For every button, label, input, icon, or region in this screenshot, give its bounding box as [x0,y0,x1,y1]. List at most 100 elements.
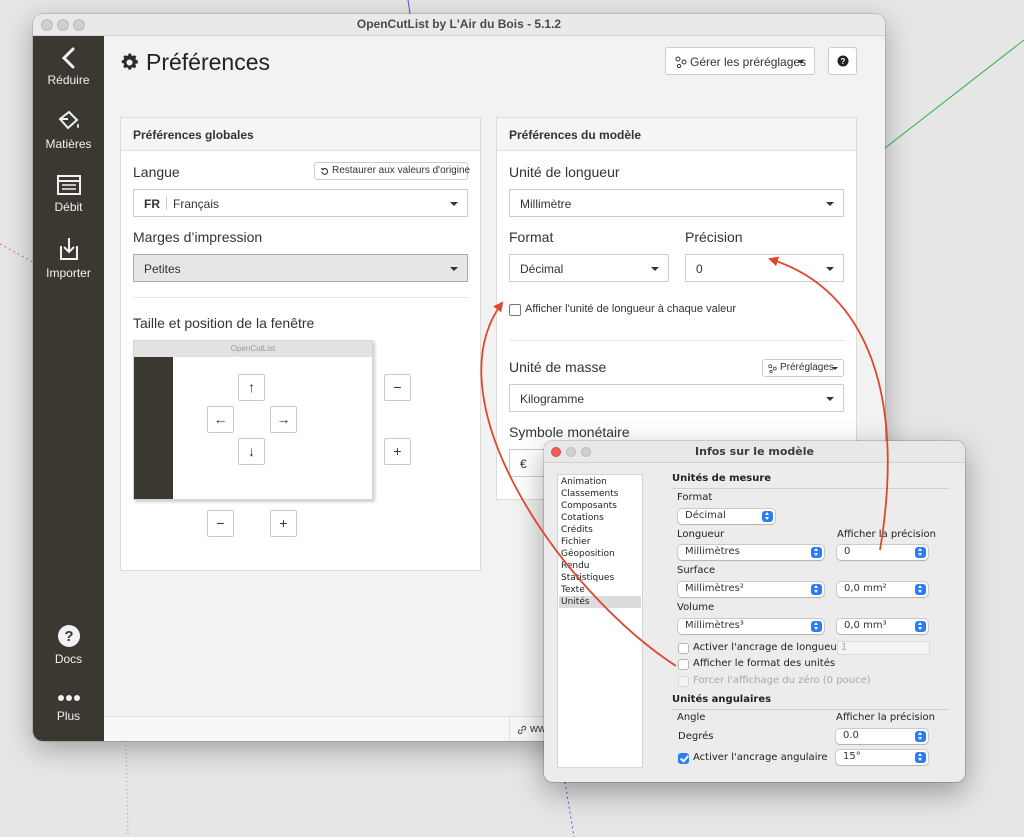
mass-presets-button[interactable]: Préréglages [762,359,844,377]
category-list: Animation Classements Composants Cotatio… [557,474,643,768]
area-unit-popup[interactable]: Millimètres² [678,582,824,597]
updown-icon [811,547,822,558]
list-item[interactable]: Texte [559,584,641,596]
sidebar-item-materials[interactable]: Matières [33,109,104,151]
area-label: Surface [677,565,716,576]
sidebar: Réduire Matières Débit Importer ? Docs P… [33,36,104,741]
force-zero-checkbox[interactable] [678,676,689,687]
model-info-dialog: Infos sur le modèle Animation Classement… [544,441,965,782]
snap-angle-checkbox[interactable] [678,753,689,764]
move-down-button[interactable]: ↓ [238,438,265,465]
gear-icon [121,53,138,70]
width-decrease-button[interactable]: − [207,510,234,537]
manage-presets-button[interactable]: Gérer les préréglages [665,47,815,75]
list-item[interactable]: Animation [559,476,641,488]
format-popup[interactable]: Décimal [678,509,775,524]
move-right-button[interactable]: → [270,406,297,433]
dialog-title: Infos sur le modèle [695,445,814,458]
length-unit-select[interactable]: Millimètre [509,189,844,217]
restore-defaults-button[interactable]: Restaurer aux valeurs d'origine [314,162,470,180]
zoom-window-button[interactable] [73,19,85,31]
window-size-label: Taille et position de la fenêtre [133,315,315,331]
list-item[interactable]: Crédits [559,524,641,536]
svg-text:?: ? [64,628,73,645]
format-label: Format [509,229,554,245]
list-item[interactable]: Composants [559,500,641,512]
window-title: OpenCutList by L'Air du Bois - 5.1.2 [356,17,562,31]
list-item[interactable]: Fichier [559,536,641,548]
height-decrease-button[interactable]: − [384,374,411,401]
list-item[interactable]: Géoposition [559,548,641,560]
list-item[interactable]: Statistiques [559,572,641,584]
show-unit-label: Afficher l'unité de longueur à chaque va… [525,303,737,315]
close-dialog-button[interactable] [551,447,561,457]
volume-unit-popup[interactable]: Millimètres³ [678,619,824,634]
updown-icon [811,621,822,632]
global-preferences-panel: Préférences globales Langue Restaurer au… [120,117,481,571]
divider [509,340,844,341]
sidebar-item-label: Débit [54,200,83,214]
snap-angle-popup[interactable]: 15° [836,750,928,765]
restore-icon [320,167,329,175]
show-format-checkbox[interactable] [678,659,689,670]
zoom-dialog-button[interactable] [581,447,591,457]
length-unit-popup[interactable]: Millimètres [678,545,824,560]
format-select[interactable]: Décimal [509,254,669,282]
close-window-button[interactable] [41,19,53,31]
angular-section-heading: Unités angulaires [672,694,772,705]
mass-unit-label: Unité de masse [509,359,607,375]
sidebar-item-import[interactable]: Importer [33,236,104,280]
sidebar-item-more[interactable]: Plus [33,691,104,723]
format-label: Format [677,492,713,503]
angle-label: Angle [677,712,706,723]
language-select[interactable]: FR Français [133,189,468,217]
list-item[interactable]: Cotations [559,512,641,524]
cutlist-icon [56,175,81,195]
length-precision-popup[interactable]: 0 [837,545,928,560]
angle-precision-popup[interactable]: 0.0 [836,729,928,744]
question-circle-icon: ? [837,55,849,67]
updown-icon [762,511,773,522]
list-item-selected[interactable]: Unités [559,596,641,608]
width-increase-button[interactable]: + [270,510,297,537]
sliders-icon [675,56,687,68]
divider [166,196,167,210]
volume-precision-popup[interactable]: 0,0 mm³ [837,619,928,634]
sidebar-item-label: Docs [54,652,83,666]
snap-length-label: Activer l'ancrage de longueur [693,642,841,653]
language-code: FR [144,197,160,211]
caret-down-icon [826,397,834,401]
import-icon [59,238,78,260]
mass-unit-select[interactable]: Kilogramme [509,384,844,412]
height-increase-button[interactable]: + [384,438,411,465]
language-label: Langue [133,164,180,180]
preview-titlebar: OpenCutList [134,341,372,357]
help-button[interactable]: ? [828,47,857,75]
chevron-left-icon [61,47,74,69]
list-item[interactable]: Rendu [559,560,641,572]
sidebar-item-docs[interactable]: ? Docs [33,624,104,666]
more-dots-icon [57,695,80,701]
show-precision-label: Afficher la précision [837,529,936,540]
snap-length-checkbox[interactable] [678,643,689,654]
snap-length-field[interactable]: 1 [837,641,930,655]
move-left-button[interactable]: ← [207,406,234,433]
area-precision-popup[interactable]: 0,0 mm² [837,582,928,597]
sidebar-item-cutlist[interactable]: Débit [33,174,104,214]
print-margins-select[interactable]: Petites [133,254,468,282]
minimize-window-button[interactable] [57,19,69,31]
minimize-dialog-button[interactable] [566,447,576,457]
caret-down-icon [798,60,804,64]
updown-icon [915,621,926,632]
show-unit-checkbox[interactable] [509,304,521,316]
sidebar-item-reduce[interactable]: Réduire [33,47,104,87]
list-item[interactable]: Classements [559,488,641,500]
move-up-button[interactable]: ↑ [238,374,265,401]
length-unit-label: Unité de longueur [509,164,620,180]
help-circle-icon: ? [57,625,80,647]
force-zero-label: Forcer l'affichage du zéro (0 pouce) [693,675,871,686]
length-label: Longueur [677,529,725,540]
angle-precision-label: Afficher la précision [836,712,935,723]
link-icon [517,725,527,735]
precision-select[interactable]: 0 [685,254,844,282]
